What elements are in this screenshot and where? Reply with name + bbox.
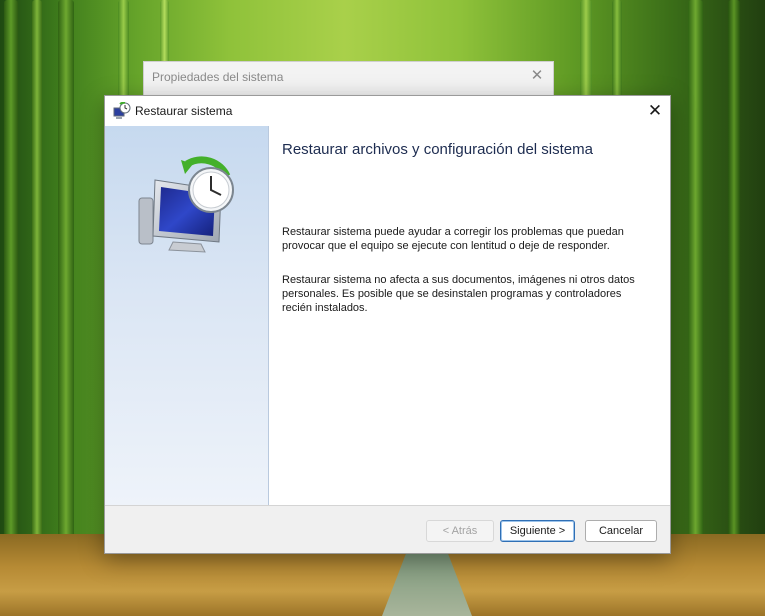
background-window[interactable]: Propiedades del sistema ✕ <box>143 61 554 99</box>
next-button[interactable]: Siguiente > <box>500 520 575 542</box>
description-paragraph: Restaurar sistema puede ayudar a corregi… <box>282 226 624 252</box>
bamboo-stalk <box>32 0 42 546</box>
system-restore-computer-icon <box>135 156 239 256</box>
page-heading: Restaurar archivos y configuración del s… <box>282 141 593 158</box>
dialog-title: Restaurar sistema <box>135 104 233 118</box>
wizard-footer: < Atrás Siguiente > Cancelar <box>105 505 670 553</box>
background-window-title: Propiedades del sistema <box>152 70 284 84</box>
system-restore-icon <box>113 101 131 120</box>
cancel-button[interactable]: Cancelar <box>585 520 657 542</box>
info-paragraph: Restaurar sistema no afecta a sus docume… <box>282 274 635 314</box>
bamboo-stalk <box>728 0 740 546</box>
back-button[interactable]: < Atrás <box>426 520 494 542</box>
close-icon[interactable]: ✕ <box>640 96 670 126</box>
background-window-close-icon[interactable]: ✕ <box>529 66 545 86</box>
dialog-titlebar[interactable]: Restaurar sistema ✕ <box>105 96 670 126</box>
wizard-content: Restaurar archivos y configuración del s… <box>269 126 670 505</box>
bamboo-stalk <box>4 0 18 546</box>
system-restore-dialog: Restaurar sistema ✕ Restaurar archivos y… <box>104 95 671 554</box>
wizard-sidebar <box>105 126 269 505</box>
bamboo-stalk <box>58 0 74 546</box>
bamboo-stalk <box>688 0 703 546</box>
